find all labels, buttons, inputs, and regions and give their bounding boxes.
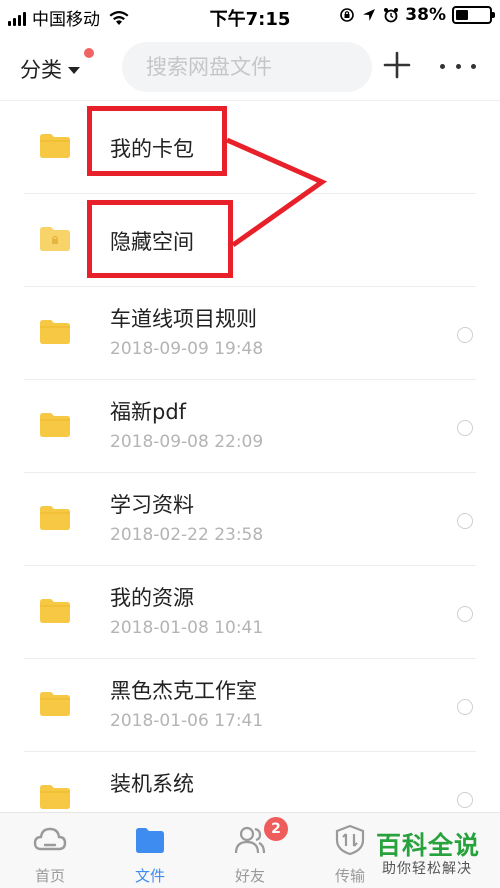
folder-icon	[40, 785, 70, 809]
status-bar-right: 38%	[339, 5, 495, 25]
tab-home[interactable]: 首页	[0, 813, 100, 888]
category-dropdown[interactable]: 分类	[20, 54, 80, 84]
folder-row[interactable]: 学习资料 2018-02-22 23:58	[0, 473, 500, 566]
watermark-title: 百科全说	[376, 831, 481, 860]
tab-label: 文件	[134, 867, 165, 885]
select-checkbox[interactable]	[457, 327, 473, 343]
folder-date: 2018-02-22 23:58	[110, 525, 264, 545]
folder-date: 2018-01-06 17:41	[110, 711, 264, 731]
alarm-icon	[384, 8, 399, 23]
folder-name: 黑色杰克工作室	[110, 679, 257, 703]
select-checkbox[interactable]	[457, 420, 473, 436]
folder-row[interactable]: 我的资源 2018-01-08 10:41	[0, 566, 500, 659]
folder-icon	[136, 828, 164, 853]
tab-label: 好友	[234, 867, 265, 885]
battery-icon	[452, 6, 495, 24]
folder-date: 2018-09-09 19:48	[110, 339, 264, 359]
folder-icon	[40, 692, 70, 716]
tab-friends[interactable]: 2 好友	[200, 813, 300, 888]
folder-icon	[40, 320, 70, 344]
annotation-box	[87, 200, 233, 278]
tab-label: 首页	[34, 867, 65, 885]
watermark-subtitle: 助你轻松解决	[382, 861, 472, 877]
battery-fill	[456, 10, 469, 20]
caret-down-icon	[68, 66, 80, 74]
folder-row[interactable]: 车道线项目规则 2018-09-09 19:48	[0, 287, 500, 380]
add-button[interactable]	[382, 50, 412, 80]
folder-row[interactable]: 福新pdf 2018-09-08 22:09	[0, 380, 500, 473]
top-bar: 分类	[0, 34, 500, 100]
transfer-icon	[335, 824, 365, 856]
friends-badge: 2	[264, 817, 288, 841]
tab-files[interactable]: 文件	[100, 813, 200, 888]
folder-date: 2018-09-08 22:09	[110, 432, 264, 452]
folder-icon	[40, 506, 70, 530]
battery-percentage: 38%	[405, 5, 446, 25]
folder-name: 福新pdf	[110, 400, 187, 424]
folder-name: 学习资料	[110, 493, 194, 517]
select-checkbox[interactable]	[457, 792, 473, 808]
select-checkbox[interactable]	[457, 513, 473, 529]
cloud-icon	[33, 827, 67, 851]
status-bar: 中国移动 下午7:15 38%	[0, 0, 500, 34]
locked-folder-icon	[40, 227, 70, 251]
folder-date: 2018-01-08 10:41	[110, 618, 264, 638]
folder-row-hidden-space[interactable]: 隐藏空间	[0, 194, 500, 287]
folder-icon	[40, 413, 70, 437]
watermark-logo: 百科全说 助你轻松解决	[370, 826, 500, 884]
category-label: 分类	[20, 58, 62, 82]
notification-dot	[84, 48, 94, 58]
folder-row[interactable]: 黑色杰克工作室 2018-01-06 17:41	[0, 659, 500, 752]
select-checkbox[interactable]	[457, 699, 473, 715]
folder-name: 我的资源	[110, 586, 194, 610]
folder-icon	[40, 599, 70, 623]
friends-icon	[234, 826, 266, 854]
search-input[interactable]	[122, 42, 372, 92]
orientation-lock-icon	[340, 8, 355, 22]
more-options-button[interactable]	[440, 58, 476, 74]
select-checkbox[interactable]	[457, 606, 473, 622]
folder-name: 车道线项目规则	[110, 307, 257, 331]
annotation-box	[87, 106, 227, 176]
folder-name: 装机系统	[110, 772, 194, 796]
file-list: 我的卡包 隐藏空间 车道线项目规则 2018-09-09 19:48 福新pdf…	[0, 101, 500, 845]
folder-icon	[40, 134, 70, 158]
location-icon	[363, 9, 376, 21]
folder-row-card-wallet[interactable]: 我的卡包	[0, 101, 500, 194]
